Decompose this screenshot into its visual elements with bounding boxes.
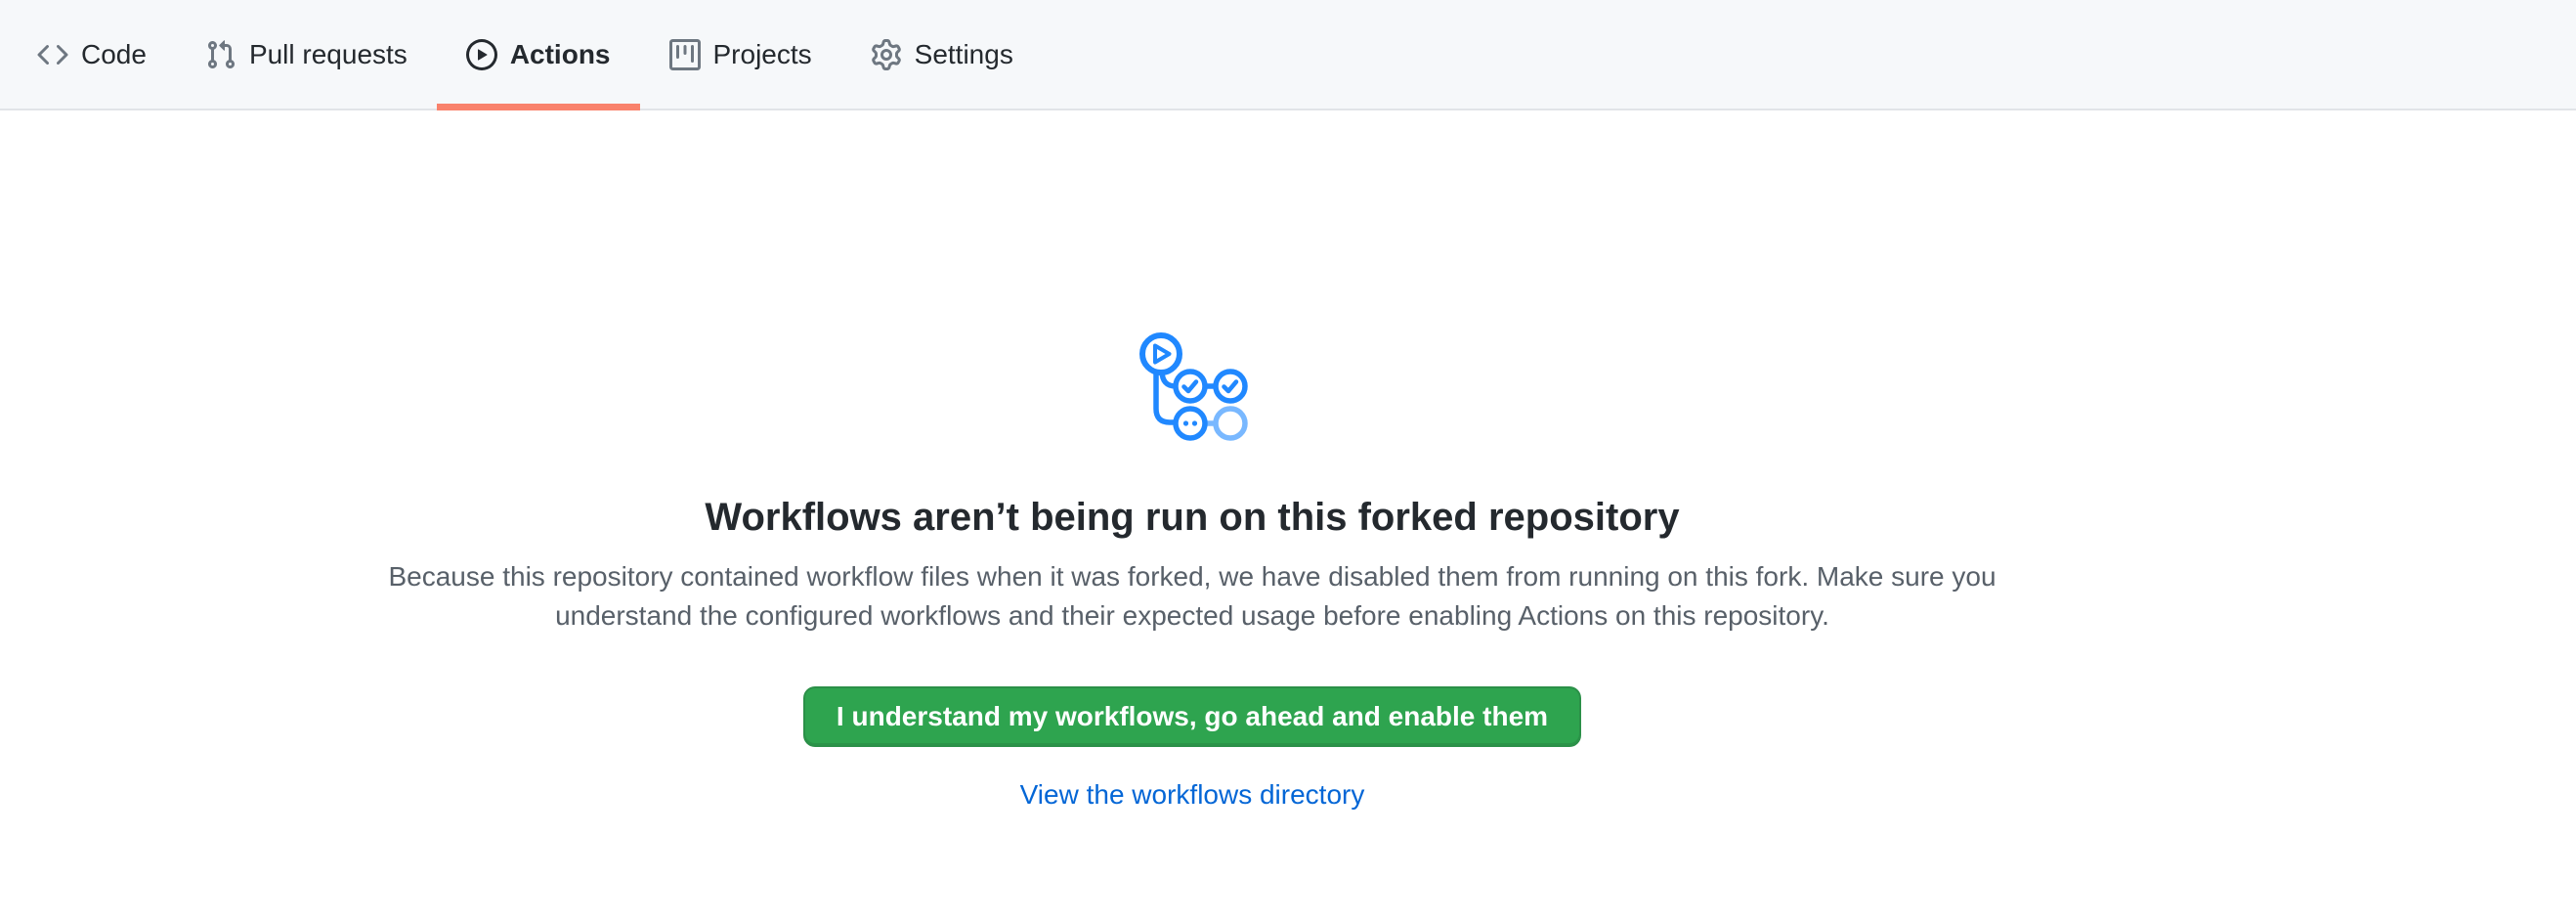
tab-settings-label: Settings xyxy=(915,41,1013,68)
tab-code-label: Code xyxy=(81,41,147,68)
project-icon xyxy=(669,39,701,70)
view-workflows-directory-link[interactable]: View the workflows directory xyxy=(1020,778,1365,812)
page-title: Workflows aren’t being run on this forke… xyxy=(0,493,2384,542)
code-icon xyxy=(37,39,68,70)
tab-pull-requests-label: Pull requests xyxy=(249,41,408,68)
tab-projects-label: Projects xyxy=(713,41,812,68)
blankslate-description: Because this repository contained workfl… xyxy=(381,557,2003,636)
gear-icon xyxy=(871,39,902,70)
git-pull-request-icon xyxy=(205,39,236,70)
tab-settings[interactable]: Settings xyxy=(841,0,1043,109)
tab-actions[interactable]: Actions xyxy=(437,0,640,109)
tab-actions-label: Actions xyxy=(510,41,611,68)
tab-projects[interactable]: Projects xyxy=(640,0,841,109)
enable-workflows-button[interactable]: I understand my workflows, go ahead and … xyxy=(803,686,1581,747)
actions-blankslate: Workflows aren’t being run on this forke… xyxy=(0,110,2384,812)
tab-code[interactable]: Code xyxy=(8,0,176,109)
tab-pull-requests[interactable]: Pull requests xyxy=(176,0,437,109)
workflow-graph-icon xyxy=(1135,331,1250,443)
repo-underline-nav: Code Pull requests Actions Projects Sett… xyxy=(0,0,2576,110)
play-circle-icon xyxy=(466,39,497,70)
